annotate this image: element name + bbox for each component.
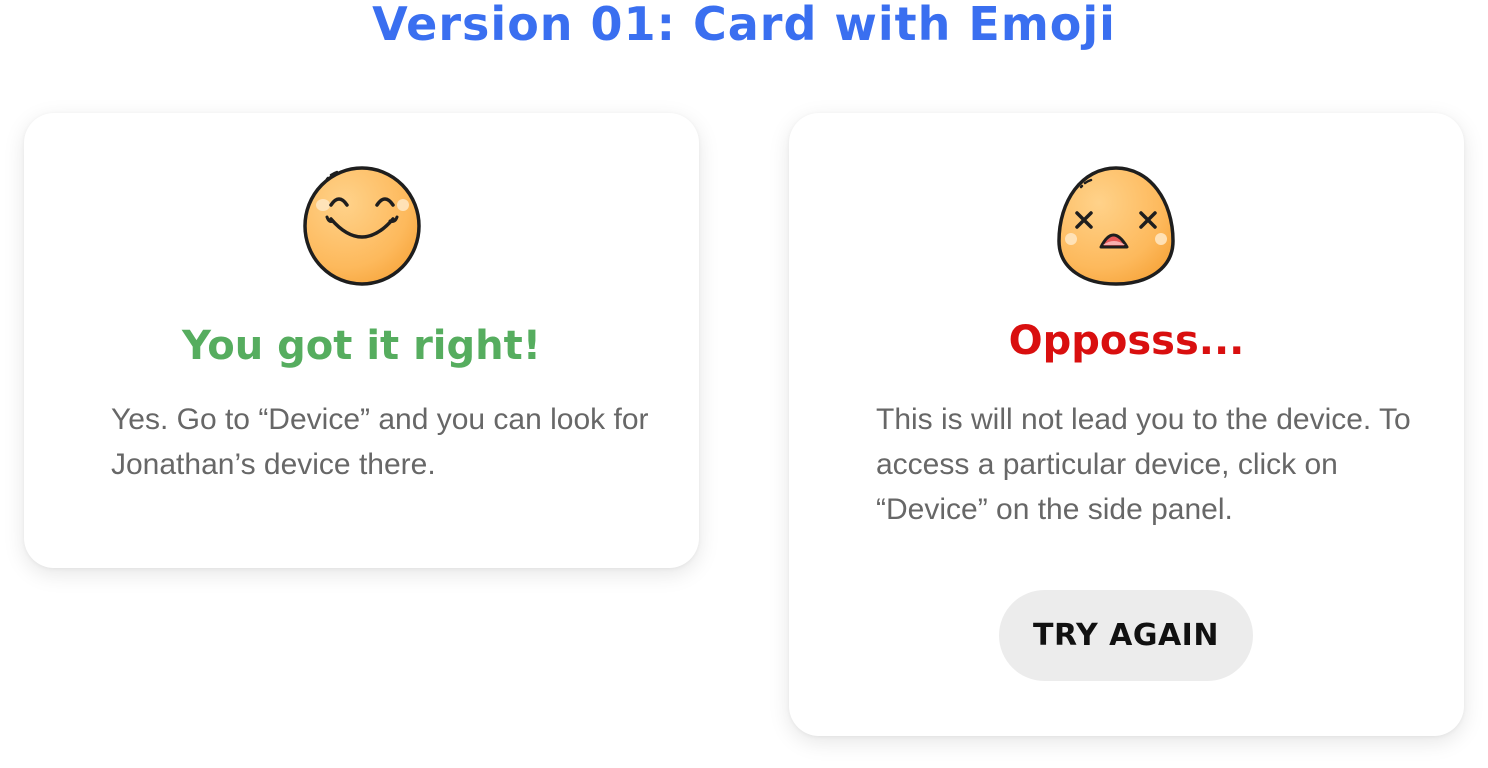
success-heading: You got it right! xyxy=(181,323,541,369)
smiling-face-icon xyxy=(303,166,421,286)
error-heading: Opposss... xyxy=(1008,318,1245,364)
page-title: Version 01: Card with Emoji xyxy=(372,0,1116,51)
dizzy-face-icon xyxy=(1057,166,1175,286)
try-again-button[interactable]: TRY AGAIN xyxy=(999,590,1253,681)
error-message: This is will not lead you to the device.… xyxy=(876,403,1411,526)
error-card: Opposss... This is will not lead you to … xyxy=(789,113,1464,736)
success-card: You got it right! Yes. Go to “Device” an… xyxy=(24,113,699,568)
success-message: Yes. Go to “Device” and you can look for… xyxy=(111,403,649,481)
